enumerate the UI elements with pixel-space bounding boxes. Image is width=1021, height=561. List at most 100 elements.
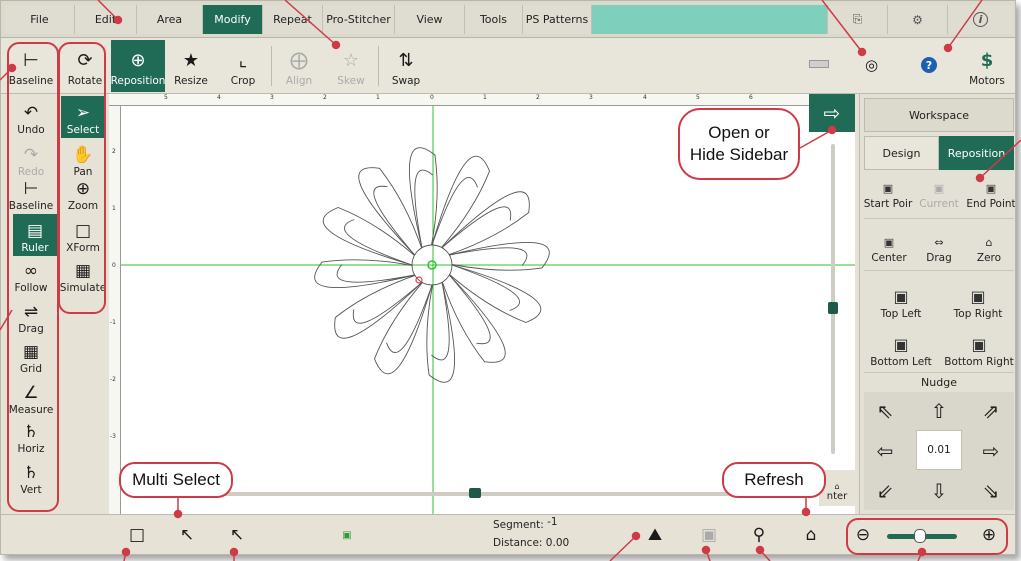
menu-pro-stitcher[interactable]: Pro-Stitcher (323, 5, 395, 34)
nudge-right-icon[interactable]: ⇨ (976, 438, 1006, 464)
wifi-icon[interactable]: ◎ (865, 56, 878, 74)
horizontal-scroll-track[interactable] (219, 492, 809, 496)
end-point-button[interactable]: ▣ End Point (964, 180, 1016, 211)
nudge-down-icon[interactable]: ⇩ (924, 478, 954, 504)
align-label: Align (285, 75, 313, 87)
nudge-down-left-icon[interactable]: ⇙ (870, 478, 900, 504)
flower-petal (449, 264, 542, 323)
help-icon[interactable]: ? (921, 57, 937, 73)
settings-icon[interactable]: ⚙ (887, 5, 947, 34)
menu-view[interactable]: View (395, 5, 465, 34)
center-view-label: nter (826, 491, 848, 502)
menu-file[interactable]: File (5, 5, 75, 34)
start-point-button[interactable]: ▣ Start Poir (862, 180, 914, 211)
menu-area[interactable]: Area (137, 5, 203, 34)
crop-icon: ⌞ (238, 50, 248, 71)
flower-petal-inner (373, 185, 416, 256)
horizontal-scroll-thumb[interactable] (469, 488, 481, 498)
top-right-button[interactable]: ▣ Top Right (940, 280, 1015, 320)
callout-text: Open or Hide Sidebar (689, 123, 789, 164)
flower-petal (431, 155, 490, 248)
reposition-button[interactable]: ⊕ Reposition (111, 40, 165, 92)
drag-position-button[interactable]: ⇔ Drag (914, 228, 964, 265)
bottom-left-button[interactable]: ▣ Bottom Left (862, 328, 940, 368)
motors-button[interactable]: $ Motors (959, 40, 1015, 92)
nudge-up-right-icon[interactable]: ⇗ (976, 398, 1006, 424)
motors-label: Motors (969, 75, 1005, 87)
flower-petal (358, 167, 423, 256)
menu-ps-patterns[interactable]: PS Patterns (523, 5, 592, 34)
nudge-down-right-icon[interactable]: ⇘ (976, 478, 1006, 504)
swap-icon: ⇅ (398, 50, 414, 71)
center-icon: ▣ (883, 236, 895, 249)
top-left-button[interactable]: ▣ Top Left (864, 280, 938, 320)
nudge-panel: ⇖ ⇧ ⇗ ⇦ 0.01 ⇨ ⇙ ⇩ ⇘ (864, 392, 1014, 510)
bottom-left-corner-icon: ▣ (893, 335, 909, 354)
sidebar-divider (864, 218, 1014, 219)
current-label: Current (919, 198, 959, 210)
refresh-home-icon[interactable]: ⌂ (799, 523, 823, 547)
zoom-image-icon[interactable]: ▣ (697, 523, 721, 547)
flower-petal (334, 274, 423, 339)
resize-button[interactable]: ★ Resize (165, 40, 217, 92)
flower-petal (322, 207, 415, 266)
battery-icon (809, 60, 829, 68)
refresh-callout: Refresh (722, 462, 826, 498)
flower-petal-inner (352, 281, 423, 324)
flower-petal (374, 282, 433, 375)
segment-readout: Segment: -1 (493, 516, 558, 531)
bottom-left-label: Bottom Left (870, 356, 932, 368)
flower-petal-inner (451, 264, 521, 311)
tab-reposition[interactable]: Reposition (939, 136, 1014, 170)
top-left-corner-icon: ▣ (893, 287, 909, 306)
flower-petal (314, 259, 415, 288)
segment-value: -1 (547, 516, 558, 528)
vertical-scroll-thumb[interactable] (828, 302, 838, 314)
start-point-label: Start Poir (863, 198, 913, 210)
zero-button[interactable]: ⌂ Zero (964, 228, 1014, 265)
zoom-actual-size-icon[interactable]: ⚲ (747, 523, 771, 547)
swap-button[interactable]: ⇅ Swap (380, 40, 432, 92)
bottom-right-corner-icon: ▣ (971, 335, 987, 354)
distance-readout: Distance: 0.00 (493, 537, 569, 549)
multi-select-icon[interactable]: ↖ (175, 523, 199, 547)
menu-tools[interactable]: Tools (465, 5, 523, 34)
end-point-label: End Point (966, 198, 1016, 210)
nudge-up-icon[interactable]: ⇧ (924, 398, 954, 424)
start-point-icon: ▣ (882, 182, 894, 195)
menu-modify[interactable]: Modify (203, 5, 263, 34)
nudge-amount-field[interactable]: 0.01 (916, 430, 962, 470)
nudge-label: Nudge (921, 375, 957, 389)
toolbar-divider (378, 46, 379, 86)
skew-button[interactable]: ☆ Skew (325, 40, 377, 92)
keyboard-icon[interactable]: ⎘ (827, 5, 887, 34)
nudge-left-icon[interactable]: ⇦ (870, 438, 900, 464)
menu-repeat[interactable]: Repeat (263, 5, 323, 34)
center-button[interactable]: ▣ Center (864, 228, 914, 265)
bottom-right-button[interactable]: ▣ Bottom Right (940, 328, 1015, 368)
top-left-label: Top Left (880, 308, 922, 320)
select-all-icon[interactable]: □ (125, 523, 149, 547)
current-button[interactable]: ▣ Current (914, 180, 964, 211)
flower-petal-inner (431, 176, 478, 246)
end-point-icon: ▣ (985, 182, 997, 195)
workspace-button[interactable]: Workspace (864, 98, 1014, 132)
sidebar-toggle-button[interactable]: ⇨ (809, 94, 855, 132)
crop-button[interactable]: ⌞ Crop (217, 40, 269, 92)
align-button[interactable]: ⨁ Align (273, 40, 325, 92)
vertical-scroll-track[interactable] (831, 144, 835, 454)
info-icon[interactable]: i (947, 5, 1013, 34)
menu-edit[interactable]: Edit (75, 5, 137, 34)
skew-label: Skew (337, 75, 365, 87)
nudge-up-left-icon[interactable]: ⇖ (870, 398, 900, 424)
tab-design[interactable]: Design (864, 136, 939, 170)
align-icon: ⨁ (290, 50, 308, 71)
menu-bar-filler (592, 5, 827, 34)
zoom-to-fit-icon[interactable]: ⛰ (643, 523, 667, 547)
deselect-icon[interactable]: ↖ (225, 523, 249, 547)
left-tools-highlight (7, 42, 59, 512)
sidebar-divider (864, 270, 1014, 271)
distance-value: 0.00 (545, 537, 570, 549)
home-icon: ⌂ (834, 482, 840, 491)
segment-label: Segment: (493, 519, 544, 531)
